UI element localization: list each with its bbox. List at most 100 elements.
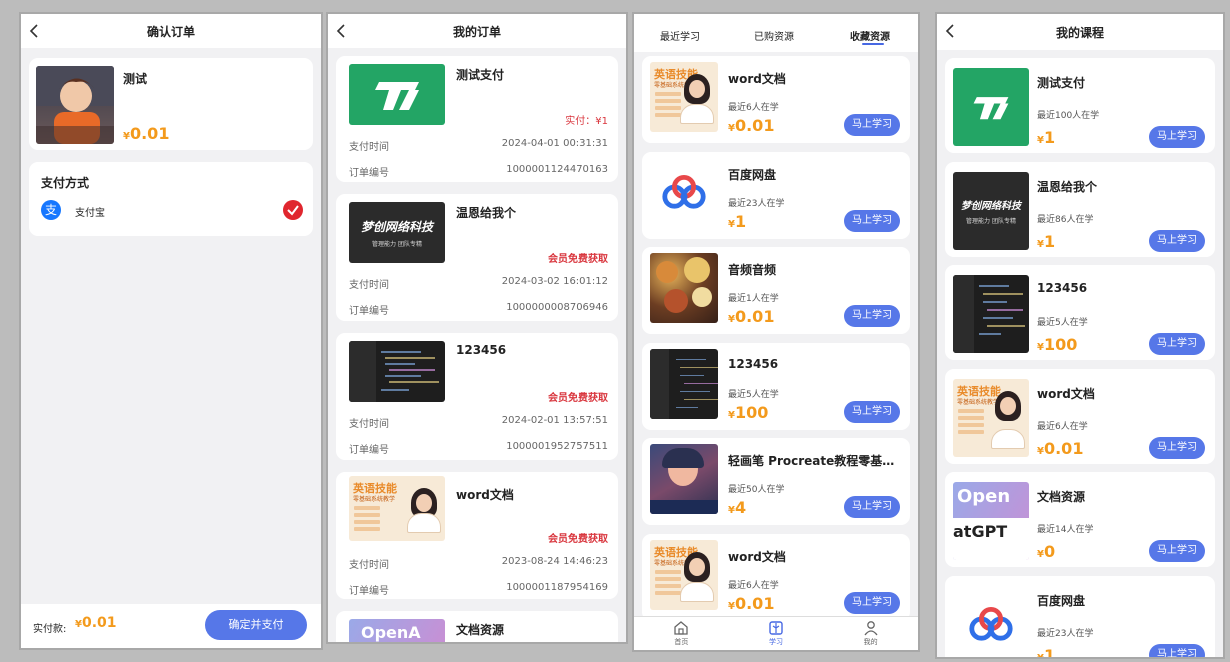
pay-time: 2024-02-01 13:57:51	[501, 415, 608, 426]
course-thumbnail: OpenA	[349, 619, 445, 642]
order-title: word文档	[456, 488, 514, 502]
tab-favorites[interactable]: 收藏资源	[850, 28, 890, 43]
order-no-label: 订单编号	[349, 445, 389, 456]
course-title: 文档资源	[1037, 490, 1086, 504]
tab-study[interactable]: 学习	[729, 617, 824, 650]
course-card[interactable]: 音频音频最近1人在学 ¥0.01 马上学习	[642, 247, 910, 334]
order-no: 1000001952757511	[506, 441, 608, 452]
pay-time-label: 支付时间	[349, 142, 389, 153]
course-card[interactable]: 英语技能 零基础系统教学 word文档 最近6人在学 ¥0.01 马上学习	[945, 368, 1215, 464]
course-thumbnail	[36, 66, 114, 144]
pay-time: 2024-03-02 16:01:12	[501, 276, 608, 287]
course-price: ¥0.01	[728, 116, 775, 135]
start-learning-button[interactable]: 马上学习	[1149, 333, 1205, 355]
pay-time: 2024-04-01 00:31:31	[501, 138, 608, 149]
course-card[interactable]: 轻画笔 Procreate教程零基础自学... 最近50人在学 ¥4 马上学习	[642, 438, 910, 525]
start-learning-button[interactable]: 马上学习	[844, 400, 900, 423]
top-tabs: 最近学习 已购资源 收藏资源	[634, 14, 918, 52]
start-learning-button[interactable]: 马上学习	[1149, 540, 1205, 562]
tab-me[interactable]: 我的	[823, 617, 918, 650]
order-status: 实付：¥1	[565, 116, 608, 127]
favorites-screen: 最近学习 已购资源 收藏资源 英语技能 零基础系统教学 word文档 最近6人在学 ¥0…	[632, 12, 920, 652]
course-thumbnail	[650, 253, 718, 323]
course-thumbnail	[953, 275, 1029, 353]
course-card[interactable]: 百度网盘 最近23人在学 ¥1 马上学习	[642, 151, 910, 239]
course-title: word文档	[728, 72, 786, 86]
course-price: ¥100	[1037, 335, 1078, 354]
order-item-card: 测试 ¥0.01	[29, 58, 313, 150]
start-learning-button[interactable]: 马上学习	[844, 591, 900, 614]
item-price: ¥0.01	[123, 124, 170, 143]
page-title: 我的课程	[1055, 25, 1104, 40]
learner-count: 最近50人在学	[728, 485, 785, 495]
start-learning-button[interactable]: 马上学习	[844, 209, 900, 232]
order-card[interactable]: 测试支付 实付：¥1 支付时间 2024-04-01 00:31:31 订单编号…	[336, 56, 618, 182]
course-price: ¥0.01	[728, 307, 775, 326]
order-card[interactable]: 梦创网络科技 管理能力 团队专精 温恩给我个 会员免费获取 支付时间 2024-0…	[336, 194, 618, 321]
tab-purchased[interactable]: 已购资源	[754, 28, 794, 43]
course-thumbnail	[650, 157, 718, 228]
navbar: 我的课程	[937, 14, 1223, 50]
navbar: 我的订单	[328, 14, 626, 48]
course-card[interactable]: 测试支付 最近100人在学 ¥1 马上学习	[945, 58, 1215, 153]
course-price: ¥100	[728, 402, 769, 422]
course-card[interactable]: 英语技能 零基础系统教学 word文档 最近6人在学 ¥0.01 马上学习	[642, 533, 910, 621]
start-learning-button[interactable]: 马上学习	[844, 114, 900, 136]
course-thumbnail: Open atGPT	[953, 482, 1029, 560]
course-title: 123456	[1037, 281, 1088, 295]
order-title: 温恩给我个	[456, 206, 517, 220]
course-card[interactable]: 梦创网络科技 管理能力 团队专精 温恩给我个 最近86人在学 ¥1 马上学习	[945, 161, 1215, 257]
course-thumbnail: 英语技能 零基础系统教学	[650, 539, 718, 610]
order-no: 1000001187954169	[506, 582, 608, 593]
start-learning-button[interactable]: 马上学习	[1149, 229, 1205, 252]
course-thumbnail	[349, 341, 445, 402]
back-arrow-icon[interactable]	[29, 22, 43, 40]
learner-count: 最近1人在学	[728, 294, 779, 304]
order-title: 测试支付	[456, 68, 505, 82]
order-card[interactable]: 123456 会员免费获取 支付时间 2024-02-01 13:57:51 订…	[336, 333, 618, 460]
course-price: ¥1	[1037, 231, 1056, 251]
start-learning-button[interactable]: 马上学习	[844, 496, 900, 518]
back-arrow-icon[interactable]	[336, 22, 350, 40]
start-learning-button[interactable]: 马上学习	[1149, 436, 1205, 459]
learner-count: 最近5人在学	[1037, 318, 1088, 328]
course-card[interactable]: 英语技能 零基础系统教学 word文档 最近6人在学 ¥0.01 马上学习	[642, 56, 910, 143]
learner-count: 最近14人在学	[1037, 525, 1094, 535]
tab-home[interactable]: 首页	[634, 617, 729, 650]
start-learning-button[interactable]: 马上学习	[1149, 126, 1205, 148]
course-thumbnail	[953, 68, 1029, 146]
course-thumbnail: 梦创网络科技 管理能力 团队专精	[349, 202, 445, 263]
order-card[interactable]: OpenA 文档资源	[336, 611, 618, 642]
user-icon	[864, 621, 878, 636]
book-icon	[769, 621, 783, 635]
start-learning-button[interactable]: 马上学习	[844, 305, 900, 327]
learner-count: 最近6人在学	[1037, 421, 1088, 432]
course-title: 123456	[728, 356, 779, 371]
learner-count: 最近6人在学	[728, 580, 779, 591]
bottom-tab-bar: 首页 学习 我的	[634, 616, 918, 650]
course-title: 音频音频	[728, 263, 777, 277]
checkmark-icon[interactable]	[283, 200, 303, 220]
course-price: ¥1	[728, 211, 747, 231]
course-card[interactable]: 百度网盘 最近23人在学 ¥1 马上学习	[945, 575, 1215, 657]
order-status: 会员免费获取	[548, 254, 608, 265]
page-title: 我的订单	[452, 24, 501, 39]
order-title: 123456	[456, 343, 507, 357]
pay-time-label: 支付时间	[349, 280, 389, 291]
learner-count: 最近5人在学	[728, 389, 779, 400]
course-thumbnail	[650, 444, 718, 514]
payment-method-label[interactable]: 支付宝	[75, 204, 105, 219]
course-title: word文档	[1037, 386, 1095, 401]
navbar: 确认订单	[21, 14, 321, 48]
order-no-label: 订单编号	[349, 306, 389, 317]
confirm-pay-button[interactable]: 确定并支付	[205, 610, 307, 640]
course-card[interactable]: 123456 最近5人在学 ¥100 马上学习	[945, 265, 1215, 360]
back-arrow-icon[interactable]	[945, 22, 959, 40]
course-card[interactable]: Open atGPT 文档资源 最近14人在学 ¥0 马上学习	[945, 472, 1215, 567]
order-card[interactable]: 英语技能 零基础系统教学 word文档 会员免费获取 支付时间 2023-08-2…	[336, 472, 618, 599]
course-thumbnail: 英语技能 零基础系统教学	[349, 476, 445, 541]
tab-recent[interactable]: 最近学习	[660, 28, 700, 43]
course-card[interactable]: 123456 最近5人在学 ¥100 马上学习	[642, 342, 910, 430]
start-learning-button[interactable]: 马上学习	[1149, 643, 1205, 657]
home-icon	[674, 621, 688, 635]
